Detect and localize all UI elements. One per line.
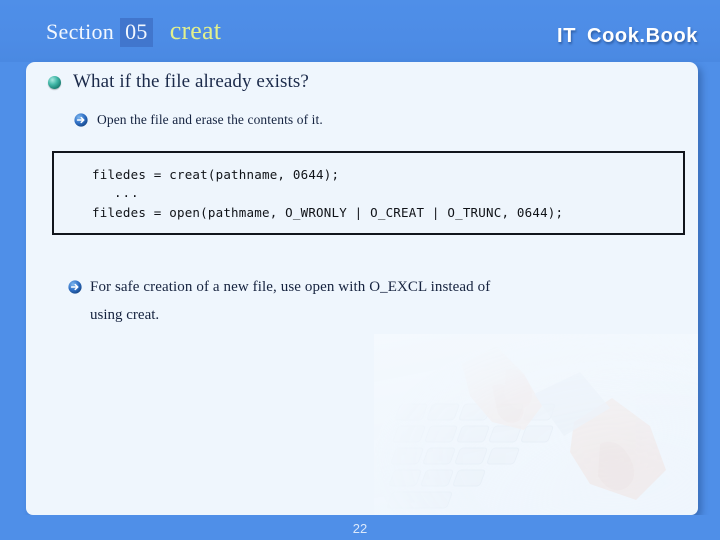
bullet-note-line1: For safe creation of a new file, use ope… (90, 279, 491, 295)
bullet-sub-label: Open the file and erase the contents of … (97, 112, 323, 127)
code-block: filedes = creat(pathname, 0644); ... fil… (52, 151, 685, 235)
bullet-main-label: What if the file already exists? (73, 71, 309, 92)
logo-it-text: IT (557, 25, 577, 47)
code-line-3: filedes = open(pathmame, O_WRONLY | O_CR… (92, 205, 564, 220)
bullet-note: For safe creation of a new file, use ope… (68, 273, 648, 329)
slide: Section 05 creat IT Cook.Book What if th… (0, 0, 720, 540)
page-number: 22 (352, 521, 368, 536)
arrow-bullet-icon (74, 113, 88, 127)
code-line-1: filedes = creat(pathname, 0644); (92, 167, 340, 182)
topic-title: creat (169, 16, 222, 45)
bullet-main: What if the file already exists? (48, 71, 309, 93)
arrow-bullet-icon (68, 280, 82, 294)
bullet-note-line2: using creat. (90, 307, 160, 323)
section-number: 05 (120, 18, 153, 47)
content-panel: What if the file already exists? Open th… (26, 62, 698, 515)
keyboard-hands-watermark (374, 334, 698, 515)
code-line-2: ... (114, 185, 140, 200)
logo-cookbook-text: Cook.Book (587, 25, 698, 47)
slide-header: Section 05 creat IT Cook.Book (0, 0, 720, 62)
bullet-sub: Open the file and erase the contents of … (74, 112, 323, 128)
brand-logo: IT Cook.Book (557, 25, 698, 48)
sphere-bullet-icon (48, 75, 61, 89)
slide-title: Section 05 creat (46, 16, 221, 47)
section-label: Section (46, 19, 115, 44)
